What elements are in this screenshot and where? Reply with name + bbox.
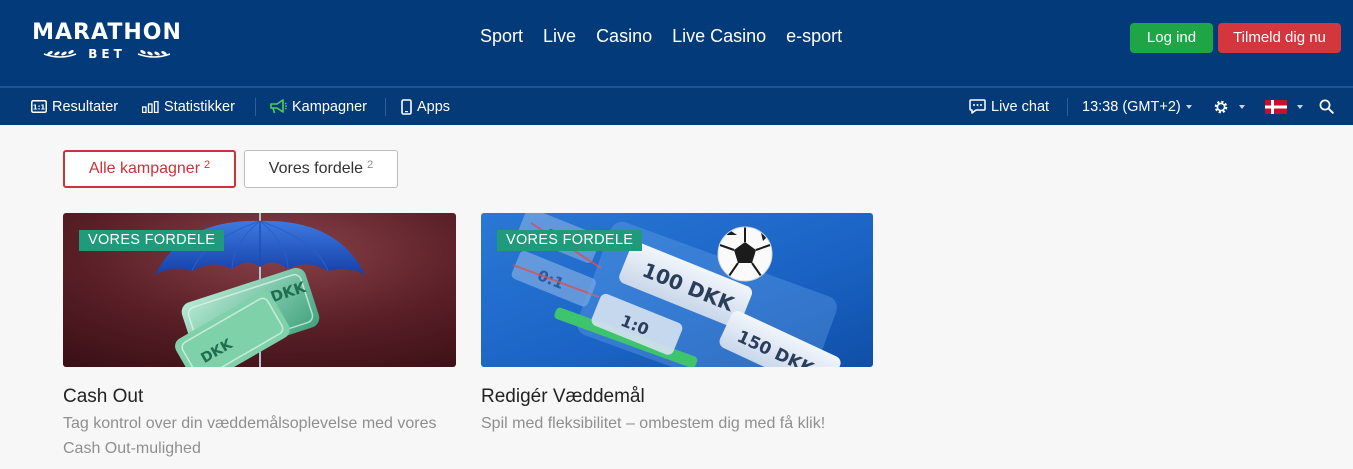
time-zone-selector[interactable]: 13:38 (GMT+2) xyxy=(1082,88,1192,125)
promo-title[interactable]: Cash Out xyxy=(63,385,456,409)
apps-label: Apps xyxy=(417,98,451,115)
laurel-right-icon xyxy=(137,50,171,58)
promo-card-cash-out[interactable]: DKK DKK VORES FORDELE Cash Out Tag kontr… xyxy=(63,213,456,461)
promo-card-edit-bet[interactable]: 50 0:1 100 DKK 1:0 xyxy=(481,213,873,436)
statistics-link[interactable]: Statistikker xyxy=(142,88,235,125)
football-icon xyxy=(717,226,773,282)
current-time: 13:38 (GMT+2) xyxy=(1082,98,1181,115)
chevron-down-icon xyxy=(1239,104,1245,109)
divider xyxy=(385,98,386,116)
statistics-label: Statistikker xyxy=(164,98,235,115)
nav-live[interactable]: Live xyxy=(543,24,576,48)
promo-title[interactable]: Redigér Væddemål xyxy=(481,385,873,409)
signup-button[interactable]: Tilmeld dig nu xyxy=(1218,23,1341,53)
megaphone-icon xyxy=(270,99,287,114)
tab-our-benefits[interactable]: Vores fordele 2 xyxy=(244,150,398,188)
campaigns-link[interactable]: Kampagner xyxy=(269,88,367,125)
apps-link[interactable]: Apps xyxy=(401,88,450,125)
search-button[interactable] xyxy=(1319,88,1339,125)
live-chat-link[interactable]: Live chat xyxy=(969,88,1049,125)
secondary-toolbar: 1:1 Resultater Statistikker Kampagner Ap… xyxy=(0,86,1353,125)
chat-bubble-icon xyxy=(969,99,986,114)
tab-count: 2 xyxy=(204,159,211,171)
top-header: MARATHON BET Sport Live Casino Live Casi… xyxy=(0,0,1353,86)
results-link[interactable]: 1:1 Resultater xyxy=(31,88,118,125)
promo-description: Spil med fleksibilitet – ombestem dig me… xyxy=(481,415,826,432)
promo-badge: VORES FORDELE xyxy=(497,230,643,251)
chevron-down-icon xyxy=(1297,104,1303,109)
chevron-down-icon xyxy=(1185,104,1192,109)
divider xyxy=(255,98,256,116)
tab-count: 2 xyxy=(367,159,374,171)
promo-description: Tag kontrol over din væddemålsoplevelse … xyxy=(63,415,437,457)
nav-esport[interactable]: e-sport xyxy=(786,24,842,48)
promo-image[interactable]: DKK DKK VORES FORDELE xyxy=(63,213,456,367)
mobile-phone-icon xyxy=(401,98,412,115)
divider xyxy=(1067,98,1068,116)
bar-chart-icon xyxy=(142,100,159,113)
live-chat-label: Live chat xyxy=(991,98,1050,115)
nav-sport[interactable]: Sport xyxy=(480,24,523,48)
results-label: Resultater xyxy=(52,98,119,115)
nav-casino[interactable]: Casino xyxy=(596,24,652,48)
tab-label: Vores fordele xyxy=(268,160,364,177)
main-navigation: Sport Live Casino Live Casino e-sport xyxy=(480,24,862,48)
campaigns-label: Kampagner xyxy=(292,98,367,115)
search-icon xyxy=(1319,99,1334,114)
promo-image[interactable]: 50 0:1 100 DKK 1:0 xyxy=(481,213,873,367)
login-button[interactable]: Log ind xyxy=(1130,23,1213,53)
promo-badge: VORES FORDELE xyxy=(79,230,225,251)
settings-button[interactable] xyxy=(1213,88,1245,125)
nav-live-casino[interactable]: Live Casino xyxy=(672,24,766,48)
gear-icon xyxy=(1214,100,1228,113)
marathonbet-logo[interactable]: MARATHON BET xyxy=(24,20,190,66)
tab-all-campaigns[interactable]: Alle kampagner 2 xyxy=(63,150,236,188)
logo-wordmark: MARATHON xyxy=(32,20,182,45)
tab-label: Alle kampagner xyxy=(88,160,201,177)
danish-flag-icon xyxy=(1265,99,1287,114)
language-selector[interactable] xyxy=(1265,88,1303,125)
svg-text:1:1: 1:1 xyxy=(33,104,46,112)
scoreboard-icon: 1:1 xyxy=(31,100,47,113)
